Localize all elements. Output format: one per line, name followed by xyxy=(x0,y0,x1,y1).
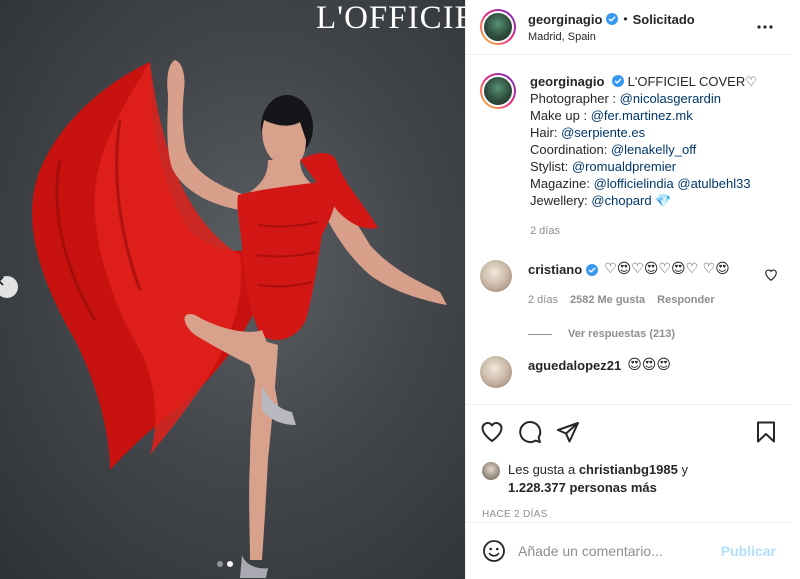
caption: georginagio L'OFFICIEL COVER♡ Photograph… xyxy=(480,73,778,256)
comment-avatar[interactable] xyxy=(480,356,512,388)
post-photo[interactable]: L'OFFICIEL xyxy=(0,0,465,579)
verified-badge-icon xyxy=(612,75,625,87)
mention-link[interactable]: @romualdpremier xyxy=(572,159,676,174)
slide-dot-active xyxy=(227,561,233,567)
mention-link[interactable]: @fer.martinez.mk xyxy=(591,108,693,123)
comments-section[interactable]: georginagio L'OFFICIEL COVER♡ Photograph… xyxy=(466,55,792,405)
caption-avatar[interactable] xyxy=(480,73,516,109)
avatar[interactable] xyxy=(480,9,516,45)
caption-line: Stylist: @romualdpremier xyxy=(530,159,677,174)
instagram-post: L'OFFICIEL georginagio • xyxy=(0,0,800,579)
view-replies-label: Ver respuestas (213) xyxy=(568,328,676,340)
liker-avatar[interactable] xyxy=(482,462,500,480)
comment-item: cristiano ♡😍♡😍♡😍♡ ♡😍 2 días 2582 Me gust… xyxy=(480,260,778,310)
comment-avatar[interactable] xyxy=(480,260,512,292)
reply-button[interactable]: Responder xyxy=(657,291,714,310)
comment-item: aguedalopez21 😍😍😍 xyxy=(480,356,778,388)
emoji-icon[interactable] xyxy=(482,539,506,563)
follow-status-button[interactable]: Solicitado xyxy=(633,12,695,27)
slide-dot xyxy=(217,561,223,567)
comment-text: 😍😍😍 xyxy=(627,357,671,373)
add-comment-bar: Publicar xyxy=(466,522,792,579)
post-side-panel: georginagio • Solicitado Madrid, Spain g… xyxy=(465,0,792,579)
chevron-left-icon xyxy=(0,276,4,286)
comment-likes[interactable]: 2582 Me gusta xyxy=(570,291,645,310)
bookmark-icon[interactable] xyxy=(754,420,778,444)
caption-line: Jewellery: @chopard 💎 xyxy=(530,193,672,208)
share-icon[interactable] xyxy=(556,420,580,444)
liker-username[interactable]: christianbg1985 xyxy=(579,462,678,477)
comment-text: ♡😍♡😍♡😍♡ ♡😍 xyxy=(604,261,730,277)
mention-link[interactable]: @lofficielindia @atulbehl33 xyxy=(594,176,751,191)
caption-line: Make up : @fer.martinez.mk xyxy=(530,108,693,123)
likes-prefix: Les gusta a xyxy=(508,462,579,477)
photo-artwork xyxy=(32,60,447,578)
header-username[interactable]: georginagio xyxy=(528,12,602,27)
comment-icon[interactable] xyxy=(518,420,542,444)
verified-badge-icon xyxy=(606,13,619,25)
likes-connector: y xyxy=(677,462,688,477)
post-timestamp[interactable]: HACE 2 DÍAS xyxy=(466,509,792,520)
comment-username[interactable]: cristiano xyxy=(528,260,582,279)
location-link[interactable]: Madrid, Spain xyxy=(528,31,756,43)
caption-line: Magazine: @lofficielindia @atulbehl33 xyxy=(530,176,751,191)
publish-button[interactable]: Publicar xyxy=(721,543,776,559)
verified-badge-icon xyxy=(586,263,599,276)
caption-line: Coordination: @lenakelly_off xyxy=(530,142,697,157)
post-header: georginagio • Solicitado Madrid, Spain xyxy=(466,0,792,55)
caption-username[interactable]: georginagio xyxy=(530,74,604,89)
comment-input[interactable] xyxy=(518,543,721,559)
mention-link[interactable]: @serpiente.es xyxy=(561,125,645,140)
mention-link[interactable]: @chopard 💎 xyxy=(591,193,671,208)
action-bar xyxy=(466,405,792,459)
likes-count-button[interactable]: 1.228.377 personas más xyxy=(508,480,657,495)
caption-time[interactable]: 2 días xyxy=(530,223,757,240)
caption-line: Photographer : @nicolasgerardin xyxy=(530,91,721,106)
comment-heart-icon[interactable] xyxy=(764,268,778,282)
comment-username[interactable]: aguedalopez21 xyxy=(528,356,621,375)
caption-title: L'OFFICIEL COVER♡ xyxy=(627,74,757,89)
likes-summary: Les gusta a christianbg1985 y 1.228.377 … xyxy=(466,461,792,497)
mention-link[interactable]: @nicolasgerardin xyxy=(620,91,721,106)
view-replies-button[interactable]: Ver respuestas (213) xyxy=(528,328,778,340)
more-options-icon[interactable] xyxy=(756,18,774,36)
separator: • xyxy=(623,12,628,26)
slide-indicator xyxy=(217,561,233,567)
magazine-logo: L'OFFICIEL xyxy=(316,0,465,36)
comment-time[interactable]: 2 días xyxy=(528,291,558,310)
mention-link[interactable]: @lenakelly_off xyxy=(611,142,696,157)
caption-line: Hair: @serpiente.es xyxy=(530,125,646,140)
heart-icon[interactable] xyxy=(480,420,504,444)
